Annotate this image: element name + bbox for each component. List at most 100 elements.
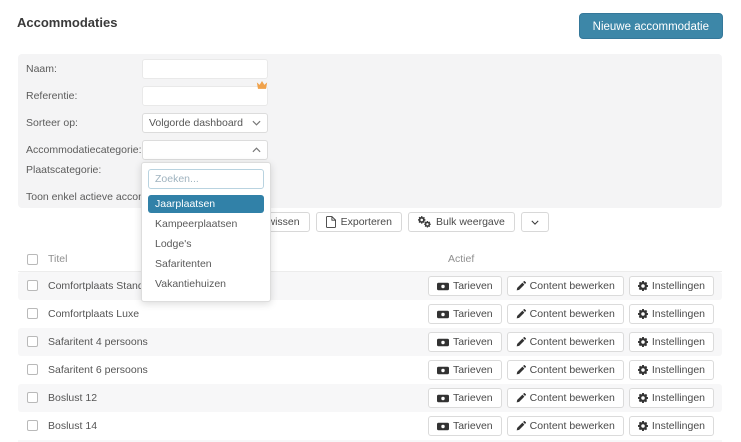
content-bewerken-button[interactable]: Content bewerken: [507, 276, 624, 296]
content-bewerken-button[interactable]: Content bewerken: [507, 332, 624, 352]
banknote-icon: [437, 422, 449, 431]
filter-row-place-category: Plaatscategorie:: [26, 160, 101, 180]
banknote-icon: [437, 282, 449, 291]
category-dropdown: Jaarplaatsen Kampeerplaatsen Lodge's Saf…: [141, 162, 271, 302]
pencil-icon: [516, 309, 526, 319]
sort-label: Sorteer op:: [26, 117, 78, 129]
dropdown-options: Jaarplaatsen Kampeerplaatsen Lodge's Saf…: [148, 195, 264, 293]
tarieven-button[interactable]: Tarieven: [428, 276, 502, 296]
file-icon: [326, 216, 336, 228]
row-actions: Tarieven Content bewerken Instellingen: [428, 304, 714, 324]
row-title: Boslust 12: [48, 392, 97, 404]
instellingen-button[interactable]: Instellingen: [629, 304, 714, 324]
reference-label: Referentie:: [26, 90, 77, 102]
row-title: Safaritent 4 persoons: [48, 336, 148, 348]
row-checkbox[interactable]: [27, 420, 38, 431]
dropdown-option-kampeerplaatsen[interactable]: Kampeerplaatsen: [148, 215, 264, 233]
filter-row-sort: Sorteer op:: [26, 113, 78, 133]
gear-icon: [638, 309, 648, 319]
category-select[interactable]: [142, 140, 268, 160]
dropdown-option-lodges[interactable]: Lodge's: [148, 235, 264, 253]
name-label: Naam:: [26, 63, 57, 75]
tarieven-button[interactable]: Tarieven: [428, 304, 502, 324]
dropdown-option-vakantiehuizen[interactable]: Vakantiehuizen: [148, 275, 264, 293]
instellingen-button[interactable]: Instellingen: [629, 332, 714, 352]
pencil-icon: [516, 393, 526, 403]
chevron-down-icon: [531, 220, 539, 225]
pencil-icon: [516, 421, 526, 431]
bulk-view-label: Bulk weergave: [436, 216, 505, 228]
gear-icon: [638, 281, 648, 291]
table-row: Safaritent 6 persoons ✓ Tarieven Content…: [18, 356, 722, 384]
pencil-icon: [516, 281, 526, 291]
instellingen-button[interactable]: Instellingen: [629, 388, 714, 408]
instellingen-button[interactable]: Instellingen: [629, 360, 714, 380]
table-row: Boslust 12 ✓ Tarieven Content bewerken I…: [18, 384, 722, 412]
page-title: Accommodaties: [17, 15, 117, 30]
row-checkbox[interactable]: [27, 280, 38, 291]
bulk-view-button[interactable]: Bulk weergave: [408, 212, 515, 232]
accommodations-table: Titel Actief Comfortplaats Standaard ✓ T…: [18, 246, 722, 440]
chevron-up-icon: [252, 147, 261, 153]
export-button[interactable]: Exporteren: [316, 212, 402, 232]
tarieven-button[interactable]: Tarieven: [428, 388, 502, 408]
content-bewerken-button[interactable]: Content bewerken: [507, 360, 624, 380]
instellingen-button[interactable]: Instellingen: [629, 276, 714, 296]
row-title: Boslust 14: [48, 420, 97, 432]
gear-icon: [638, 421, 648, 431]
dropdown-option-jaarplaatsen[interactable]: Jaarplaatsen: [148, 195, 264, 213]
content-bewerken-button[interactable]: Content bewerken: [507, 416, 624, 436]
bulk-view-dropdown-button[interactable]: [521, 212, 549, 232]
pencil-icon: [516, 365, 526, 375]
dropdown-search-input[interactable]: [148, 169, 264, 189]
tarieven-button[interactable]: Tarieven: [428, 360, 502, 380]
row-checkbox[interactable]: [27, 336, 38, 347]
instellingen-button[interactable]: Instellingen: [629, 416, 714, 436]
table-row: Boslust 14 ✓ Tarieven Content bewerken I…: [18, 412, 722, 440]
place-category-label: Plaatscategorie:: [26, 164, 101, 176]
gear-icon: [638, 393, 648, 403]
row-checkbox[interactable]: [27, 392, 38, 403]
name-input[interactable]: [142, 59, 268, 79]
table-row: Comfortplaats Luxe ✓ Tarieven Content be…: [18, 300, 722, 328]
content-bewerken-button[interactable]: Content bewerken: [507, 388, 624, 408]
dropdown-option-safaritenten[interactable]: Safaritenten: [148, 255, 264, 273]
gear-icon: [638, 337, 648, 347]
filter-panel: Naam: Referentie: Sorteer op: Volgorde d…: [18, 54, 722, 208]
gear-icon: [638, 365, 648, 375]
reference-input[interactable]: [142, 86, 268, 106]
filter-row-name: Naam:: [26, 59, 57, 79]
select-all-checkbox[interactable]: [27, 254, 38, 265]
tarieven-button[interactable]: Tarieven: [428, 332, 502, 352]
filter-row-category: Accommodatiecategorie:: [26, 140, 142, 160]
row-checkbox[interactable]: [27, 364, 38, 375]
content-bewerken-button[interactable]: Content bewerken: [507, 304, 624, 324]
new-accommodation-button[interactable]: Nieuwe accommodatie: [579, 13, 723, 39]
toolbar: Filters wissen Exporteren Bulk weergave: [226, 212, 549, 232]
crown-icon: [256, 80, 268, 90]
export-label: Exporteren: [341, 216, 392, 228]
sort-select-value: Volgorde dashboard: [149, 117, 252, 129]
filter-row-reference: Referentie:: [26, 86, 77, 106]
category-label: Accommodatiecategorie:: [26, 144, 142, 156]
chevron-down-icon: [252, 120, 261, 126]
banknote-icon: [437, 394, 449, 403]
row-checkbox[interactable]: [27, 308, 38, 319]
pencil-icon: [516, 337, 526, 347]
table-row: Comfortplaats Standaard ✓ Tarieven Conte…: [18, 272, 722, 300]
banknote-icon: [437, 310, 449, 319]
row-title: Safaritent 6 persoons: [48, 364, 148, 376]
sort-select[interactable]: Volgorde dashboard: [142, 113, 268, 133]
column-header-title: Titel: [48, 253, 67, 265]
row-actions: Tarieven Content bewerken Instellingen: [428, 332, 714, 352]
gears-icon: [418, 216, 431, 228]
column-header-active: Actief: [448, 253, 474, 265]
table-header: Titel Actief: [18, 246, 722, 272]
row-actions: Tarieven Content bewerken Instellingen: [428, 276, 714, 296]
banknote-icon: [437, 338, 449, 347]
tarieven-button[interactable]: Tarieven: [428, 416, 502, 436]
row-title: Comfortplaats Luxe: [48, 308, 139, 320]
accommodations-page: Accommodaties Nieuwe accommodatie Naam: …: [0, 0, 741, 442]
row-actions: Tarieven Content bewerken Instellingen: [428, 388, 714, 408]
row-actions: Tarieven Content bewerken Instellingen: [428, 360, 714, 380]
